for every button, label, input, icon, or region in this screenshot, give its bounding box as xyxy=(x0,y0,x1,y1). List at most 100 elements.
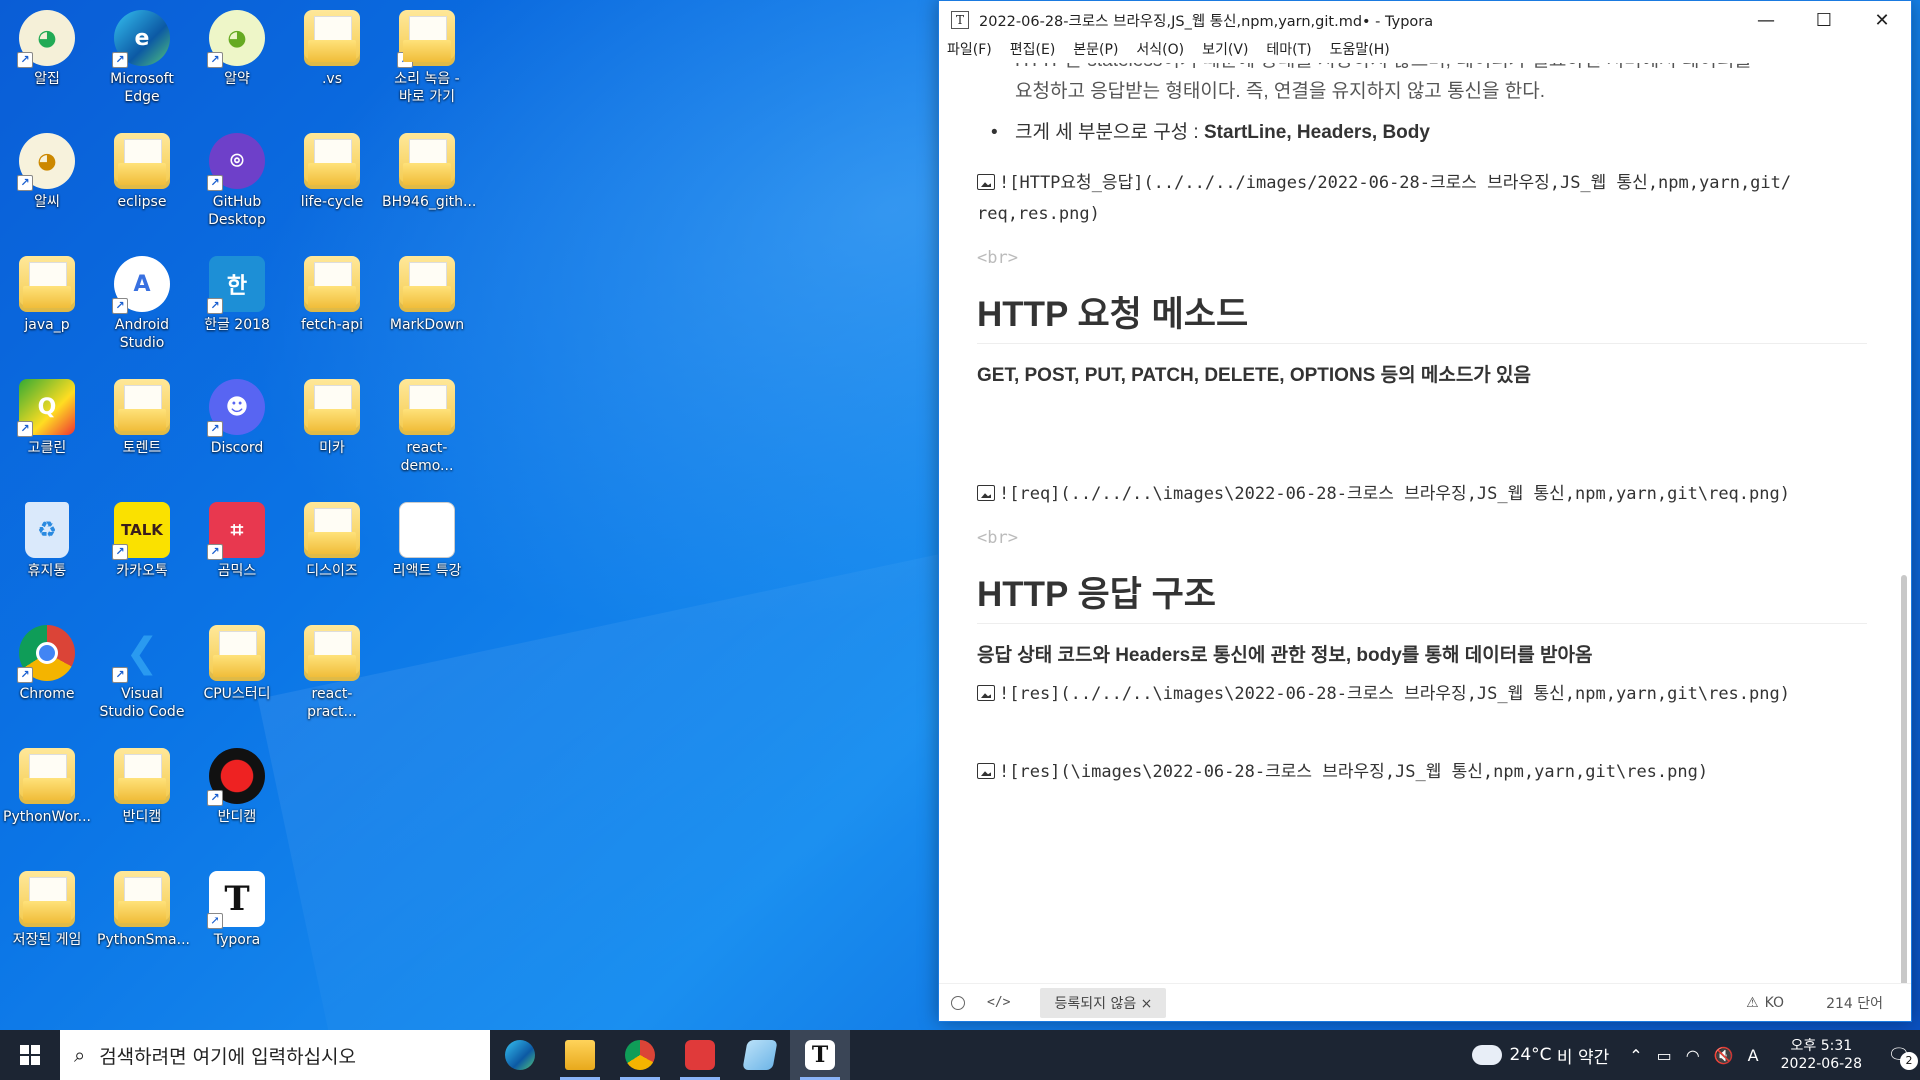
window-title: 2022-06-28-크로스 브라우징,JS_웹 통신,npm,yarn,git… xyxy=(979,13,1434,30)
wifi-icon[interactable]: ◠ xyxy=(1686,1046,1700,1065)
desktop-icon-alyac[interactable]: ◕ ↗ 알약 xyxy=(192,4,282,124)
desktop-icon-fetch-api[interactable]: fetch-api xyxy=(287,250,377,370)
menu-help[interactable]: 도움말(H) xyxy=(1330,39,1390,63)
maximize-button[interactable]: ☐ xyxy=(1795,1,1853,39)
image-markdown[interactable]: ![req](../../..\images\2022-06-28-크로스 브라… xyxy=(977,479,1867,510)
taskbar-file-explorer[interactable] xyxy=(550,1030,610,1080)
taskbar-pdf-app[interactable] xyxy=(670,1030,730,1080)
folder-icon xyxy=(114,871,170,927)
desktop-icon-java-p[interactable]: java_p xyxy=(2,250,92,370)
desktop-icon-recycle-bin[interactable]: ♻ 휴지통 xyxy=(2,496,92,616)
desktop-icon-react-demo[interactable]: react-demo... xyxy=(382,373,472,493)
desktop-icon-github-desktop[interactable]: ⌾ ↗ GitHub Desktop xyxy=(192,127,282,247)
folder-icon xyxy=(565,1040,595,1070)
menu-edit[interactable]: 편집(E) xyxy=(1010,39,1056,63)
github-icon: ⌾ ↗ xyxy=(207,133,265,191)
desktop-icon-alsee[interactable]: ◕ ↗ 알씨 xyxy=(2,127,92,247)
menu-paragraph[interactable]: 본문(P) xyxy=(1073,39,1118,63)
folder-icon xyxy=(304,379,360,435)
sidebar-toggle-icon[interactable] xyxy=(951,995,965,1010)
folder-icon xyxy=(114,133,170,189)
clock[interactable]: 오후 5:31 2022-06-28 xyxy=(1781,1037,1862,1073)
search-icon: ⌕ xyxy=(74,1043,86,1067)
desktop-icon-goclean[interactable]: Q ↗ 고클린 xyxy=(2,373,92,493)
desktop-icon-chrome[interactable]: ↗ Chrome xyxy=(2,619,92,739)
folder-icon xyxy=(399,133,455,189)
menu-theme[interactable]: 테마(T) xyxy=(1266,39,1311,63)
desktop-icon-mika[interactable]: 미카 xyxy=(287,373,377,493)
folder-icon xyxy=(19,871,75,927)
desktop-icon-pythonwor[interactable]: 반디캠 xyxy=(97,742,187,862)
chrome-icon xyxy=(625,1040,655,1070)
desktop-icon-sound-recorder[interactable]: ↗ 소리 녹음 - 바로 가기 xyxy=(382,4,472,124)
weather-widget[interactable]: 24°C 비 약간 xyxy=(1471,1043,1609,1068)
desktop-icon-eclipse[interactable]: eclipse xyxy=(97,127,187,247)
ime-indicator[interactable]: A xyxy=(1748,1046,1759,1065)
taskbar-edge[interactable] xyxy=(490,1030,550,1080)
taskbar-notepad[interactable] xyxy=(730,1030,790,1080)
desktop-icon-life-cycle[interactable]: life-cycle xyxy=(287,127,377,247)
taskbar-typora[interactable]: T xyxy=(790,1030,850,1080)
desktop-icon-thisis[interactable]: 디스이즈 xyxy=(287,496,377,616)
image-markdown[interactable]: ![res](../../..\images\2022-06-28-크로스 브라… xyxy=(977,679,1867,710)
desktop-icon-react-lecture[interactable]: 리액트 특강 xyxy=(382,496,472,616)
broken-image-icon xyxy=(977,174,995,190)
desktop-icon-gommix[interactable]: ⌗ ↗ 곰믹스 xyxy=(192,496,282,616)
rain-cloud-icon xyxy=(1471,1045,1502,1065)
volume-icon[interactable]: 🔇 xyxy=(1714,1046,1734,1065)
chevron-up-icon[interactable]: ⌃ xyxy=(1629,1046,1642,1065)
close-button[interactable]: ✕ xyxy=(1853,1,1911,39)
desktop-icon-bh946[interactable]: BH946_gith... xyxy=(382,127,476,247)
editor-area[interactable]: HTTP는 stateless이기 때문에 상태를 저장하지 않으며, 데이터가… xyxy=(939,63,1911,983)
folder-icon xyxy=(304,502,360,558)
menu-format[interactable]: 서식(O) xyxy=(1136,39,1184,63)
desktop-icon-kakaotalk[interactable]: TALK ↗ 카카오톡 xyxy=(97,496,187,616)
start-button[interactable] xyxy=(0,1030,60,1080)
document-icon xyxy=(399,502,455,558)
image-markdown[interactable]: ![HTTP요청_응답](../../../images/2022-06-28-… xyxy=(977,168,1867,230)
folder-icon: ↗ xyxy=(397,10,455,68)
title-bar[interactable]: T 2022-06-28-크로스 브라우징,JS_웹 통신,npm,yarn,g… xyxy=(939,1,1911,39)
desktop-icon-cpu-study[interactable]: CPU스터디 xyxy=(192,619,282,739)
br-tag: <br> xyxy=(977,528,1018,548)
broken-image-icon xyxy=(977,763,995,779)
desktop-icon-edge[interactable]: e ↗ Microsoft Edge xyxy=(97,4,187,124)
goclean-icon: Q ↗ xyxy=(17,379,75,437)
source-mode-button[interactable]: </> xyxy=(987,995,1010,1010)
unregistered-badge[interactable]: 등록되지 않음 × xyxy=(1040,987,1167,1018)
desktop-icon-android-studio[interactable]: A ↗ Android Studio xyxy=(97,250,187,370)
notification-button[interactable]: 🗨 2 xyxy=(1878,1045,1920,1070)
broken-image-icon xyxy=(977,485,995,501)
desktop-icon-react-pract[interactable]: react-pract... xyxy=(287,619,377,739)
language-indicator[interactable]: KO xyxy=(1765,995,1784,1011)
taskbar-chrome[interactable] xyxy=(610,1030,670,1080)
desktop-icon-typora[interactable]: T ↗ Typora xyxy=(192,865,282,985)
desktop-icon-bandicam[interactable]: ↗ 반디캠 반디캠 xyxy=(192,742,282,862)
gommix-icon: ⌗ ↗ xyxy=(207,502,265,560)
desktop-icon-vs[interactable]: .vs xyxy=(287,4,377,124)
desktop-icon-gobongrun[interactable]: PythonWor... xyxy=(2,742,92,862)
image-markdown[interactable]: ![res](\images\2022-06-28-크로스 브라우징,JS_웹 … xyxy=(977,757,1867,788)
desktop-icon-hangul[interactable]: 한 ↗ 한글 2018 xyxy=(192,250,282,370)
desktop-icon-alzip[interactable]: ◕ ↗ 알집 xyxy=(2,4,92,124)
word-count[interactable]: 214 단어 xyxy=(1826,993,1883,1013)
status-bar: </> 등록되지 않음 × ⚠ KO 214 단어 xyxy=(939,983,1911,1021)
desktop-icon-torrent[interactable]: 토렌트 xyxy=(97,373,187,493)
folder-icon xyxy=(399,256,455,312)
menu-file[interactable]: 파일(F) xyxy=(947,39,992,63)
minimize-button[interactable]: — xyxy=(1737,1,1795,39)
battery-icon[interactable]: ▭ xyxy=(1657,1046,1672,1065)
clock-time: 오후 5:31 xyxy=(1790,1038,1853,1054)
warning-icon[interactable]: ⚠ xyxy=(1746,995,1759,1011)
discord-icon: ☻ ↗ xyxy=(207,379,265,437)
search-box[interactable]: ⌕ 검색하려면 여기에 입력하십시오 xyxy=(60,1030,490,1080)
folder-icon xyxy=(304,10,360,66)
scrollbar-thumb[interactable] xyxy=(1901,575,1907,983)
desktop-icon-markdown[interactable]: MarkDown xyxy=(382,250,472,370)
desktop-icon-saved-games[interactable]: 저장된 게임 xyxy=(2,865,92,985)
desktop-icon-pythonsma[interactable]: PythonSma... xyxy=(97,865,190,985)
desktop-icon-discord[interactable]: ☻ ↗ Discord xyxy=(192,373,282,493)
menu-view[interactable]: 보기(V) xyxy=(1202,39,1248,63)
desktop-icon-vscode[interactable]: ❮ ↗ Visual Studio Code xyxy=(97,619,187,739)
system-tray: 24°C 비 약간 ⌃ ▭ ◠ 🔇 A 오후 5:31 2022-06-28 🗨… xyxy=(1471,1030,1920,1080)
